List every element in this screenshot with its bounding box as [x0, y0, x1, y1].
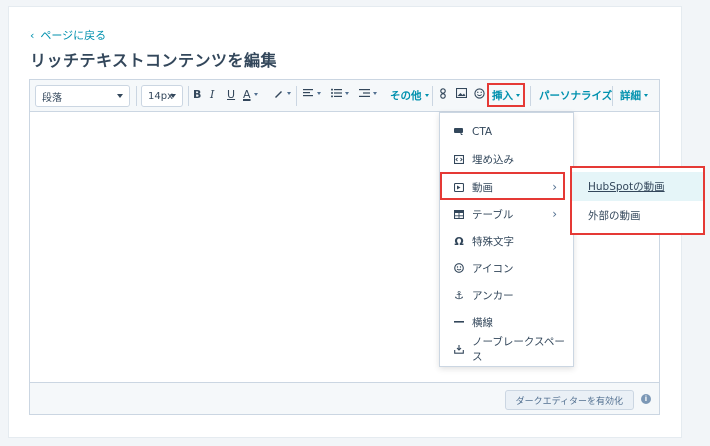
- underline-button[interactable]: U: [227, 88, 235, 101]
- menu-item-horizontal-line[interactable]: 横線: [440, 309, 573, 335]
- bold-label: B: [193, 88, 202, 101]
- page-title: リッチテキストコンテンツを編集: [30, 51, 278, 70]
- italic-label: I: [210, 88, 215, 101]
- bullet-list-icon: [331, 88, 342, 98]
- menu-item-label: 埋め込み: [472, 153, 514, 166]
- align-button[interactable]: [303, 88, 321, 98]
- highlight-button[interactable]: [273, 88, 291, 99]
- dark-editor-button[interactable]: ダークエディターを有効化: [504, 390, 634, 410]
- image-icon: [456, 88, 467, 98]
- bullet-list-button[interactable]: [331, 88, 349, 98]
- align-left-icon: [303, 89, 313, 97]
- details-menu-button[interactable]: 詳細: [620, 88, 648, 103]
- link-icon: [440, 88, 446, 99]
- anchor-icon: ⚓: [454, 288, 464, 302]
- chevron-right-icon: ›: [552, 207, 557, 221]
- paragraph-style-select[interactable]: 段落: [35, 85, 130, 107]
- menu-item-label: アイコン: [472, 262, 514, 275]
- emoji-icon: [474, 88, 485, 99]
- toolbar-divider: [136, 86, 137, 106]
- menu-item-embed[interactable]: 埋め込み: [440, 146, 573, 172]
- menu-item-label: 特殊文字: [472, 235, 514, 248]
- horizontal-line-icon: [454, 317, 464, 327]
- insert-dropdown-menu: CTA 埋め込み 動画 › テーブル › Ω 特殊文字 アイコン ⚓ アンカー …: [439, 112, 574, 367]
- font-size-select[interactable]: 14px: [141, 85, 183, 107]
- toolbar-divider: [432, 86, 433, 106]
- editor-footer: ダークエディターを有効化 i: [30, 382, 659, 414]
- video-submenu: HubSpotの動画 外部の動画: [570, 166, 705, 235]
- personalize-button[interactable]: パーソナライズ: [539, 88, 612, 103]
- cta-icon: [454, 127, 464, 137]
- embed-icon: [454, 154, 464, 164]
- menu-item-icon[interactable]: アイコン: [440, 255, 573, 281]
- caret-down-icon: [253, 93, 258, 96]
- caret-down-icon: [170, 94, 176, 98]
- details-label: 詳細: [620, 90, 641, 102]
- caret-down-icon: [644, 94, 648, 97]
- link-button[interactable]: [439, 88, 447, 99]
- submenu-item-hubspot-video[interactable]: HubSpotの動画: [572, 172, 703, 201]
- menu-item-special-characters[interactable]: Ω 特殊文字: [440, 228, 573, 254]
- caret-down-icon: [117, 94, 123, 98]
- caret-down-icon: [287, 92, 291, 95]
- image-button[interactable]: [456, 88, 467, 98]
- other-label: その他: [390, 90, 422, 102]
- back-link-label: ページに戻る: [40, 29, 107, 42]
- indent-icon: [359, 89, 370, 97]
- icon-icon: [454, 263, 464, 273]
- personalize-label: パーソナライズ: [539, 90, 613, 102]
- submenu-item-external-video[interactable]: 外部の動画: [572, 201, 703, 230]
- menu-item-nbsp[interactable]: ノーブレークスペース: [440, 336, 573, 363]
- info-icon[interactable]: i: [641, 394, 651, 404]
- back-link[interactable]: ‹ ページに戻る: [30, 27, 106, 43]
- paragraph-style-value: 段落: [42, 92, 62, 104]
- italic-button[interactable]: I: [210, 88, 214, 101]
- caret-down-icon: [317, 91, 321, 95]
- text-color-button[interactable]: A: [243, 88, 258, 101]
- caret-down-icon: [373, 91, 377, 95]
- toolbar-divider: [530, 86, 531, 106]
- menu-item-anchor[interactable]: ⚓ アンカー: [440, 282, 573, 308]
- bold-button[interactable]: B: [193, 88, 201, 101]
- insert-highlight-box: [487, 83, 525, 107]
- caret-down-icon: [345, 91, 349, 95]
- other-menu-button[interactable]: その他: [390, 88, 429, 103]
- emoji-button[interactable]: [474, 88, 485, 99]
- table-icon: [454, 209, 464, 219]
- video-highlight-box: [440, 172, 565, 200]
- menu-item-label: アンカー: [472, 289, 514, 302]
- nbsp-icon: [454, 344, 464, 354]
- omega-icon: Ω: [454, 234, 464, 248]
- menu-item-table[interactable]: テーブル ›: [440, 201, 573, 227]
- caret-down-icon: [424, 94, 429, 97]
- toolbar-divider: [612, 86, 613, 106]
- indent-button[interactable]: [359, 88, 377, 98]
- menu-item-label: CTA: [472, 126, 493, 138]
- text-color-label: A: [243, 88, 251, 101]
- underline-label: U: [227, 88, 236, 101]
- menu-item-label: 横線: [472, 316, 493, 329]
- editor-toolbar: 段落 14px B I U A その他 挿入 パーソナライズ 詳細: [30, 80, 659, 112]
- pen-icon: [275, 91, 282, 98]
- menu-item-label: ノーブレークスペース: [472, 336, 565, 363]
- toolbar-divider: [188, 86, 189, 106]
- toolbar-divider: [296, 86, 297, 106]
- menu-item-label: テーブル: [472, 208, 514, 221]
- menu-item-cta[interactable]: CTA: [440, 119, 573, 145]
- chevron-left-icon: ‹: [30, 28, 35, 42]
